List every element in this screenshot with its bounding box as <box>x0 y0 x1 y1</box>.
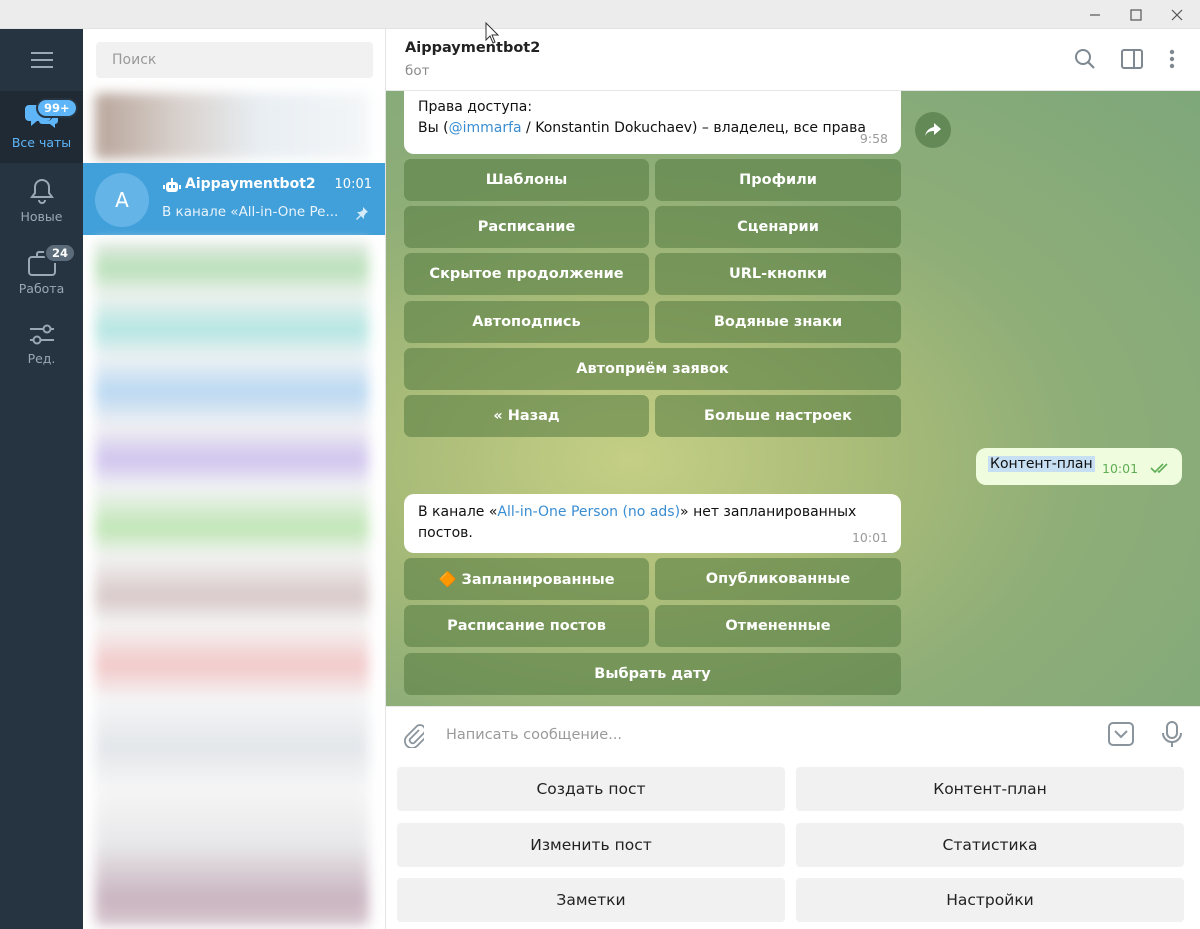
channel-link[interactable]: All-in-One Person (no ads) <box>497 504 680 520</box>
share-icon <box>925 123 941 136</box>
close-icon[interactable] <box>1157 0 1197 29</box>
inline-button-cancelled[interactable]: Отмененные <box>655 605 901 647</box>
chat-item-aippaymentbot2[interactable]: A Aippaymentbot2 10:01 В канале «All-in-… <box>83 163 385 235</box>
unread-badge: 24 <box>44 243 77 263</box>
folder-label: Все чаты <box>11 135 72 150</box>
reply-button-notes[interactable]: Заметки <box>397 878 785 922</box>
menu-button[interactable] <box>0 29 83 91</box>
inline-button-post-schedule[interactable]: Расписание постов <box>404 605 649 647</box>
reply-button-edit-post[interactable]: Изменить пост <box>397 823 785 867</box>
inline-button-profiles[interactable]: Профили <box>655 159 901 201</box>
message-time: 9:58 <box>859 131 888 146</box>
inline-button-watermarks[interactable]: Водяные знаки <box>655 301 901 343</box>
folder-edit[interactable]: Ред. <box>0 313 83 379</box>
pin-icon <box>356 207 368 220</box>
message-text: Контент-план <box>988 456 1095 472</box>
chat-list-panel: A Aippaymentbot2 10:01 В канале «All-in-… <box>83 29 386 929</box>
folder-new[interactable]: Новые <box>0 169 83 235</box>
minimize-icon[interactable] <box>1075 0 1115 29</box>
folder-label: Работа <box>18 281 65 296</box>
unread-badge: 99+ <box>36 98 78 118</box>
chat-name: Aippaymentbot2 <box>185 176 316 192</box>
folder-work[interactable]: 24 Работа <box>0 241 83 307</box>
double-check-icon <box>1150 463 1168 474</box>
blurred-chat-row[interactable] <box>95 93 369 159</box>
bot-keyboard-toggle-icon[interactable] <box>1107 721 1135 751</box>
message-bubble: В канале «All-in-One Person (no ads)» не… <box>404 494 901 553</box>
hamburger-icon <box>30 52 53 68</box>
reply-button-settings[interactable]: Настройки <box>796 878 1184 922</box>
message-text: постов. <box>418 525 473 541</box>
message-input[interactable] <box>446 721 1086 749</box>
inline-button-back[interactable]: « Назад <box>404 395 649 437</box>
inline-button-scenarios[interactable]: Сценарии <box>655 206 901 248</box>
inline-button-choose-date[interactable]: Выбрать дату <box>404 653 901 695</box>
attach-icon[interactable] <box>402 722 426 752</box>
bot-icon <box>163 178 181 192</box>
chat-header: Aippaymentbot2 бот <box>386 29 1200 91</box>
message-time: 10:01 <box>1102 461 1139 476</box>
reply-button-statistics[interactable]: Статистика <box>796 823 1184 867</box>
username-link[interactable]: @immarfa <box>449 120 522 136</box>
message-bubble: Права доступа: Вы (@immarfa / Konstantin… <box>404 91 901 154</box>
window-titlebar <box>0 0 1200 29</box>
inline-button-scheduled[interactable]: 🔶 Запланированные <box>404 558 649 600</box>
folder-label: Ред. <box>27 351 56 366</box>
chat-subtitle: бот <box>405 63 430 79</box>
inline-button-auto-accept[interactable]: Автоприём заявок <box>404 348 901 390</box>
blurred-chat-rows[interactable] <box>95 241 369 926</box>
microphone-icon[interactable] <box>1161 720 1183 754</box>
chat-messages-area: Права доступа: Вы (@immarfa / Konstantin… <box>386 91 1200 706</box>
inline-button-hidden-continuation[interactable]: Скрытое продолжение <box>404 253 649 295</box>
text-span: » нет запланированных <box>680 504 857 520</box>
sliders-icon <box>29 324 54 345</box>
message-time: 10:01 <box>851 530 888 545</box>
maximize-icon[interactable] <box>1116 0 1156 29</box>
inline-button-templates[interactable]: Шаблоны <box>404 159 649 201</box>
chat-title[interactable]: Aippaymentbot2 <box>405 40 540 56</box>
chat-time: 10:01 <box>334 177 372 192</box>
inline-button-autosignature[interactable]: Автоподпись <box>404 301 649 343</box>
chat-preview: В канале «All-in-One Pe... <box>162 204 339 220</box>
inline-button-more-settings[interactable]: Больше настроек <box>655 395 901 437</box>
text-span: В канале « <box>418 504 498 520</box>
text-span: / Konstantin Dokuchaev) – владелец, все … <box>521 120 866 136</box>
folder-rail: 99+ Все чаты Новые 24 Работа Ред. <box>0 29 83 929</box>
reply-button-content-plan[interactable]: Контент-план <box>796 767 1184 811</box>
outgoing-message: Контент-план 10:01 <box>976 448 1182 485</box>
search-input[interactable] <box>96 42 373 78</box>
inline-button-url-buttons[interactable]: URL-кнопки <box>655 253 901 295</box>
cursor-icon <box>485 22 500 44</box>
share-button[interactable] <box>915 112 951 148</box>
inline-button-published[interactable]: Опубликованные <box>655 558 901 600</box>
bell-icon <box>29 178 54 204</box>
inline-button-schedule[interactable]: Расписание <box>404 206 649 248</box>
text-span: Вы ( <box>418 120 449 136</box>
message-text: В канале «All-in-One Person (no ads)» не… <box>418 502 887 523</box>
message-input-bar <box>386 706 1200 761</box>
search-icon[interactable] <box>1072 46 1098 72</box>
message-text: Права доступа: <box>418 99 533 115</box>
folder-all-chats[interactable]: 99+ Все чаты <box>0 91 83 163</box>
more-vertical-icon[interactable] <box>1159 46 1185 72</box>
sidebar-toggle-icon[interactable] <box>1119 46 1145 72</box>
message-text: Вы (@immarfa / Konstantin Dokuchaev) – в… <box>418 118 887 139</box>
reply-keyboard: Создать пост Контент-план Изменить пост … <box>386 761 1200 929</box>
reply-button-create-post[interactable]: Создать пост <box>397 767 785 811</box>
avatar: A <box>95 173 149 227</box>
folder-label: Новые <box>20 209 63 224</box>
